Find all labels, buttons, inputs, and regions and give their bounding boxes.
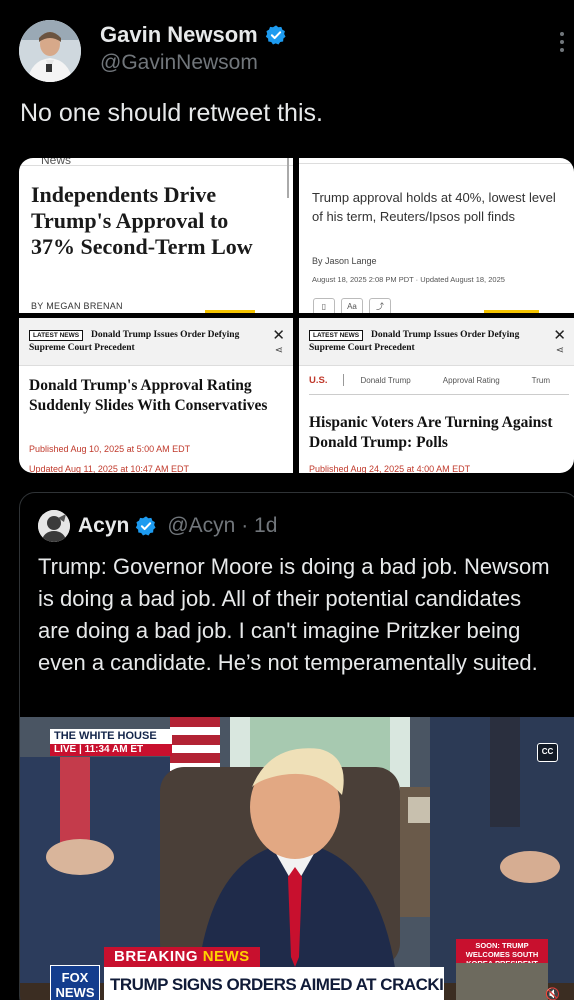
quoted-author-handle-time[interactable]: @Acyn · 1d [167, 514, 277, 538]
breaking-label: BREAKING [114, 948, 199, 965]
ticker-text: Donald Trump Issues Order Defying [91, 330, 240, 340]
newsweek-published-left: Published Aug 10, 2025 at 5:00 AM EDT [29, 444, 191, 454]
quoted-author-avatar[interactable] [38, 510, 70, 542]
tweet-text: No one should retweet this. [20, 99, 323, 127]
reuters-headline: Trump approval holds at 40%, lowest leve… [312, 190, 556, 224]
newsweek-headline-right: Hispanic Voters Are Turning Against Dona… [309, 414, 553, 451]
tag-us: U.S. [309, 374, 328, 386]
scrollbar [287, 158, 289, 198]
newsweek-headline-left: Donald Trump's Approval Rating Suddenly … [29, 377, 268, 414]
reuters-toolbar: ▯ Aa ⤴ [313, 298, 391, 313]
quoted-video-player[interactable]: THE WHITE HOUSE LIVE | 11:34 AM ET CC SO… [20, 717, 574, 1000]
divider [309, 394, 569, 395]
gallup-byline: BY MEGAN BRENAN [31, 301, 123, 311]
verified-badge-icon [135, 515, 157, 537]
muted-speaker-icon[interactable]: 🔇 [545, 987, 560, 1000]
tweet-image-grid[interactable]: News ⌄ Independents Drive Trump's Approv… [19, 158, 574, 473]
reuters-author: By Jason Lange [312, 256, 377, 266]
reuters-topbar [299, 158, 574, 164]
yellow-accent-bar [205, 310, 255, 313]
quoted-author-name[interactable]: Acyn [78, 514, 129, 538]
bookmark-icon: ▯ [313, 298, 335, 313]
fox-news-logo: FOX NEWS [50, 965, 100, 1000]
latest-news-badge: LATEST NEWS [29, 330, 84, 341]
tag-separator [343, 374, 345, 386]
white-house-live-bug: THE WHITE HOUSE LIVE | 11:34 AM ET [50, 729, 172, 756]
close-icon: ✕ [272, 327, 285, 344]
share-icon: ⋖ [274, 345, 283, 356]
text-size-icon: Aa [341, 298, 363, 313]
share-icon: ⤴ [369, 298, 391, 313]
yellow-accent-bar [484, 310, 539, 313]
gallup-headline: Independents Drive Trump's Approval to 3… [31, 182, 253, 259]
breaking-news-banner: BREAKING NEWS [104, 947, 260, 967]
author-avatar[interactable] [19, 20, 81, 82]
newsweek-published-right: Published Aug 24, 2025 at 4:00 AM EDT [309, 464, 471, 473]
author-handle[interactable]: @GavinNewsom [100, 51, 258, 75]
ticker-text-2: Supreme Court Precedent [309, 343, 415, 353]
gallup-section-label: News [41, 158, 72, 167]
white-house-label: THE WHITE HOUSE [54, 730, 157, 742]
ticker-text: Donald Trump Issues Order Defying [371, 330, 520, 340]
close-icon: ✕ [553, 327, 566, 344]
tag-donald-trump: Donald Trump [360, 375, 411, 385]
live-time-label: LIVE | 11:34 AM ET [50, 744, 172, 756]
closed-captions-button[interactable]: CC [537, 743, 558, 762]
lower-third-headline: TRUMP SIGNS ORDERS AIMED AT CRACKING DOW… [104, 967, 444, 1000]
tag-approval-rating: Approval Rating [442, 375, 500, 385]
more-vertical-icon[interactable] [560, 32, 566, 52]
newsweek-updated-left: Updated Aug 11, 2025 at 10:47 AM EDT [29, 464, 189, 473]
image-reuters-headline[interactable]: Trump approval holds at 40%, lowest leve… [299, 158, 574, 313]
image-newsweek-hispanic[interactable]: LATEST NEWS Donald Trump Issues Order De… [299, 318, 574, 473]
news-label: NEWS [202, 948, 250, 965]
tag-truncated: Trum [531, 375, 551, 385]
quoted-tweet[interactable]: Acyn @Acyn · 1d Trump: Governor Moore is… [19, 492, 574, 1000]
quoted-tweet-header: Acyn @Acyn · 1d [38, 510, 277, 542]
latest-news-ticker: LATEST NEWS Donald Trump Issues Order De… [19, 318, 293, 366]
share-icon: ⋖ [555, 345, 564, 356]
author-name-row: Gavin Newsom [100, 22, 287, 48]
image-gallup-headline[interactable]: News ⌄ Independents Drive Trump's Approv… [19, 158, 293, 313]
gallup-topbar: News ⌄ [19, 158, 293, 166]
quoted-tweet-text: Trump: Governor Moore is doing a bad job… [38, 554, 550, 675]
image-newsweek-conservatives[interactable]: LATEST NEWS Donald Trump Issues Order De… [19, 318, 293, 473]
preview-thumbnail [456, 963, 548, 1000]
latest-news-ticker: LATEST NEWS Donald Trump Issues Order De… [299, 318, 574, 366]
latest-news-badge: LATEST NEWS [309, 330, 364, 341]
verified-badge-icon [265, 24, 287, 46]
newsweek-tags: U.S. Donald Trump Approval Rating Trum [309, 374, 569, 386]
author-display-name[interactable]: Gavin Newsom [100, 22, 258, 48]
reuters-date: August 18, 2025 2:08 PM PDT · Updated Au… [312, 275, 505, 284]
ticker-text-2: Supreme Court Precedent [29, 343, 135, 353]
